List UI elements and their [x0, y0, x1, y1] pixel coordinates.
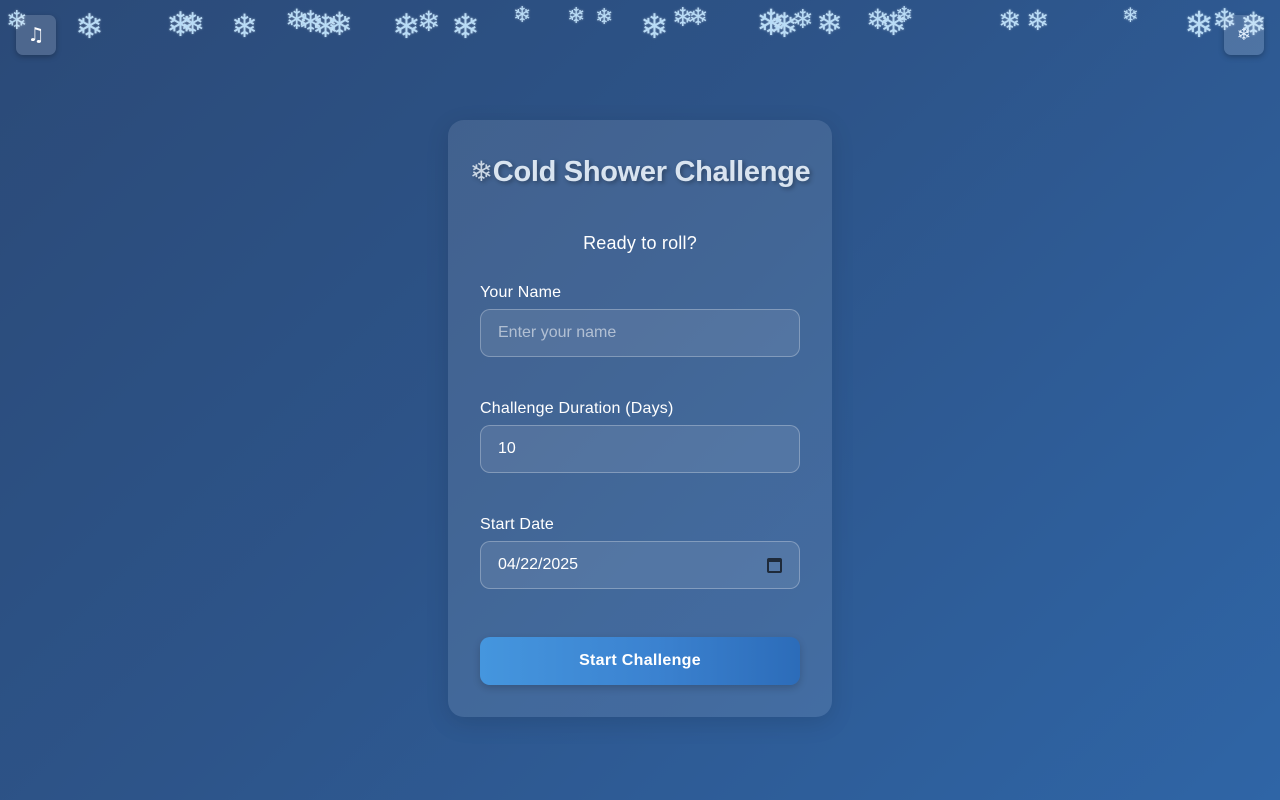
snowflake-decoration-icon: ❄: [298, 5, 324, 40]
page-subtitle: Ready to roll?: [583, 233, 697, 253]
page-title: ❄Cold Shower Challenge: [448, 154, 832, 190]
snowflake-decoration-icon: ❄: [326, 5, 353, 43]
snowflake-decoration-icon: ❄: [998, 4, 1022, 37]
snowflake-decoration-icon: ❄: [1122, 3, 1139, 27]
duration-input[interactable]: [480, 425, 800, 473]
start-date-value: 04/22/2025: [498, 556, 579, 573]
snowflake-decoration-icon: ❄: [451, 7, 480, 47]
snowflake-decoration-icon: ❄: [285, 3, 309, 36]
snowflake-decoration-icon: ❄: [166, 5, 195, 45]
snowflake-decoration-icon: ❄: [312, 7, 339, 45]
snowflake-decoration-icon: ❄: [770, 6, 799, 46]
duration-label: Challenge Duration (Days): [480, 400, 674, 417]
name-input[interactable]: [480, 309, 800, 357]
snowflake-decoration-icon: ❄: [392, 7, 421, 47]
snowflake-decoration-icon: ❄: [180, 7, 206, 42]
snow-toggle-button[interactable]: ❄: [1224, 15, 1264, 55]
snowflake-decoration-icon: ❄: [1184, 5, 1215, 46]
title-text: Cold Shower Challenge: [492, 156, 811, 188]
snowflake-decoration-icon: ❄: [756, 3, 787, 44]
calendar-icon[interactable]: [767, 557, 782, 573]
snowflake-decoration-icon: ❄: [595, 5, 614, 30]
snowflake-decoration-icon: ❄: [688, 3, 709, 31]
snowflake-decoration-icon: ❄: [231, 7, 258, 45]
snowflake-decoration-icon: ❄: [1026, 4, 1050, 37]
music-toggle-button[interactable]: ♫: [16, 15, 56, 55]
snowflake-icon: ❄: [469, 155, 493, 188]
snowflake-decoration-icon: ❄: [513, 3, 532, 28]
snowflake-decoration-icon: ❄: [895, 3, 914, 28]
snowflake-decoration-icon: ❄: [792, 5, 814, 35]
snowflake-decoration-icon: ❄: [816, 4, 843, 42]
start-challenge-button[interactable]: Start Challenge: [480, 637, 800, 685]
start-date-label: Start Date: [480, 516, 555, 533]
snowflake-decoration-icon: ❄: [672, 3, 694, 33]
snowflake-decoration-icon: ❄: [640, 7, 669, 47]
start-date-input[interactable]: 04/22/2025: [480, 541, 800, 589]
snowflake-decoration-icon: ❄: [567, 4, 586, 29]
music-note-icon: ♫: [27, 24, 45, 46]
falling-snow-decoration: ❄ ❄ ❄ ❄ ❄ ❄ ❄ ❄ ❄ ❄ ❄ ❄ ❄ ❄ ❄ ❄ ❄ ❄ ❄ ❄ ❄ ❄ ❄ ❄ ❄ ❄ ❄ ❄ ❄ ❄ ❄: [0, 0, 1280, 60]
snowflake-decoration-icon: ❄: [417, 5, 441, 38]
snowflake-decoration-icon: ❄: [880, 5, 907, 43]
snowflake-decoration-icon: ❄: [866, 3, 890, 36]
snowflake-icon: ❄: [1236, 25, 1252, 45]
challenge-setup-card: ❄Cold Shower Challenge Ready to roll? Yo…: [448, 120, 832, 717]
name-label: Your Name: [480, 284, 562, 301]
snowflake-decoration-icon: ❄: [75, 7, 104, 47]
